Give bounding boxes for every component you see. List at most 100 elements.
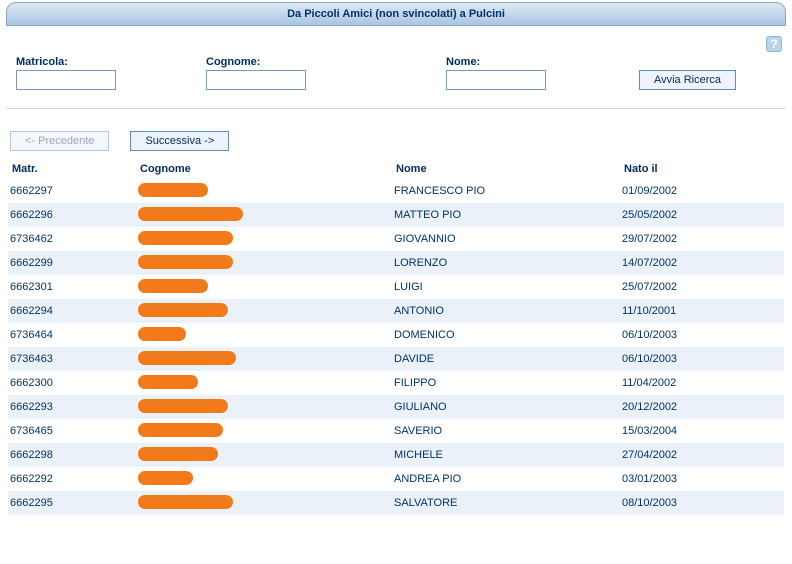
search-form: Matricola: Cognome: Nome: Avvia Ricerca bbox=[6, 52, 786, 109]
cell-nato: 08/10/2003 bbox=[622, 497, 784, 509]
cell-nato: 14/07/2002 bbox=[622, 257, 784, 269]
cell-nato: 11/04/2002 bbox=[622, 377, 784, 389]
table-row: 6662293 GIULIANO20/12/2002 bbox=[8, 395, 784, 419]
cell-cognome bbox=[138, 303, 394, 320]
cell-cognome bbox=[138, 207, 394, 224]
cell-nato: 20/12/2002 bbox=[622, 401, 784, 413]
label-matricola: Matricola: bbox=[16, 56, 116, 68]
cell-cognome bbox=[138, 351, 394, 368]
search-button-wrap: Avvia Ricerca bbox=[639, 70, 736, 90]
prev-page-button: <- Precedente bbox=[10, 131, 109, 151]
label-cognome: Cognome: bbox=[206, 56, 306, 68]
cell-nato: 11/10/2001 bbox=[622, 305, 784, 317]
page-title: Da Piccoli Amici (non svincolati) a Pulc… bbox=[287, 8, 505, 20]
cell-nome: FRANCESCO PIO bbox=[394, 185, 622, 197]
redacted-cognome bbox=[138, 351, 236, 365]
cell-matr: 6736464 bbox=[8, 329, 138, 341]
cell-cognome bbox=[138, 471, 394, 488]
cell-nome: LUIGI bbox=[394, 281, 622, 293]
results-table: Matr. Cognome Nome Nato il 6662297 FRANCE… bbox=[8, 159, 784, 515]
cell-cognome bbox=[138, 375, 394, 392]
redacted-cognome bbox=[138, 495, 233, 509]
cell-nome: MICHELE bbox=[394, 449, 622, 461]
cell-nato: 06/10/2003 bbox=[622, 353, 784, 365]
cell-matr: 6662294 bbox=[8, 305, 138, 317]
cell-nome: GIULIANO bbox=[394, 401, 622, 413]
cell-matr: 6662299 bbox=[8, 257, 138, 269]
table-row: 6662295 SALVATORE08/10/2003 bbox=[8, 491, 784, 515]
redacted-cognome bbox=[138, 255, 233, 269]
page-title-bar: Da Piccoli Amici (non svincolati) a Pulc… bbox=[6, 2, 786, 26]
cell-cognome bbox=[138, 279, 394, 296]
cell-cognome bbox=[138, 399, 394, 416]
help-icon[interactable]: ? bbox=[766, 36, 782, 52]
cell-matr: 6736462 bbox=[8, 233, 138, 245]
table-row: 6662297 FRANCESCO PIO01/09/2002 bbox=[8, 179, 784, 203]
cell-nato: 25/07/2002 bbox=[622, 281, 784, 293]
cell-nome: ANTONIO bbox=[394, 305, 622, 317]
cell-nome: SAVERIO bbox=[394, 425, 622, 437]
input-matricola[interactable] bbox=[16, 70, 116, 90]
redacted-cognome bbox=[138, 375, 198, 389]
th-cognome: Cognome bbox=[140, 163, 396, 175]
redacted-cognome bbox=[138, 447, 218, 461]
pager: <- Precedente Successiva -> bbox=[10, 131, 782, 151]
cell-cognome bbox=[138, 255, 394, 272]
cell-nome: MATTEO PIO bbox=[394, 209, 622, 221]
cell-matr: 6736465 bbox=[8, 425, 138, 437]
redacted-cognome bbox=[138, 231, 233, 245]
cell-cognome bbox=[138, 423, 394, 440]
redacted-cognome bbox=[138, 327, 186, 341]
cell-nome: DOMENICO bbox=[394, 329, 622, 341]
cell-nato: 29/07/2002 bbox=[622, 233, 784, 245]
cell-nato: 15/03/2004 bbox=[622, 425, 784, 437]
cell-nome: SALVATORE bbox=[394, 497, 622, 509]
cell-cognome bbox=[138, 327, 394, 344]
cell-matr: 6662295 bbox=[8, 497, 138, 509]
cell-nome: LORENZO bbox=[394, 257, 622, 269]
cell-cognome bbox=[138, 231, 394, 248]
table-row: 6662292ANDREA PIO03/01/2003 bbox=[8, 467, 784, 491]
table-row: 6662296 MATTEO PIO25/05/2002 bbox=[8, 203, 784, 227]
table-row: 6662298MICHELE27/04/2002 bbox=[8, 443, 784, 467]
cell-matr: 6662297 bbox=[8, 185, 138, 197]
th-nome: Nome bbox=[396, 163, 624, 175]
cell-cognome bbox=[138, 183, 394, 200]
redacted-cognome bbox=[138, 279, 208, 293]
cell-matr: 6662296 bbox=[8, 209, 138, 221]
redacted-cognome bbox=[138, 471, 193, 485]
table-row: 6662301 LUIGI25/07/2002 bbox=[8, 275, 784, 299]
next-page-button[interactable]: Successiva -> bbox=[130, 131, 229, 151]
th-nato: Nato il bbox=[624, 163, 782, 175]
field-nome: Nome: bbox=[446, 56, 546, 90]
table-row: 6662299 LORENZO14/07/2002 bbox=[8, 251, 784, 275]
redacted-cognome bbox=[138, 399, 228, 413]
cell-nato: 03/01/2003 bbox=[622, 473, 784, 485]
cell-matr: 6662293 bbox=[8, 401, 138, 413]
cell-nato: 25/05/2002 bbox=[622, 209, 784, 221]
cell-nato: 01/09/2002 bbox=[622, 185, 784, 197]
cell-nome: DAVIDE bbox=[394, 353, 622, 365]
table-header-row: Matr. Cognome Nome Nato il bbox=[8, 159, 784, 179]
cell-matr: 6662298 bbox=[8, 449, 138, 461]
cell-cognome bbox=[138, 447, 394, 464]
table-row: 6662300 FILIPPO11/04/2002 bbox=[8, 371, 784, 395]
th-matr: Matr. bbox=[10, 163, 140, 175]
cell-matr: 6662292 bbox=[8, 473, 138, 485]
cell-nato: 06/10/2003 bbox=[622, 329, 784, 341]
input-nome[interactable] bbox=[446, 70, 546, 90]
redacted-cognome bbox=[138, 183, 208, 197]
cell-nome: FILIPPO bbox=[394, 377, 622, 389]
table-row: 6662294 ANTONIO11/10/2001 bbox=[8, 299, 784, 323]
label-nome: Nome: bbox=[446, 56, 546, 68]
field-matricola: Matricola: bbox=[16, 56, 116, 90]
cell-matr: 6662301 bbox=[8, 281, 138, 293]
field-cognome: Cognome: bbox=[206, 56, 306, 90]
cell-matr: 6662300 bbox=[8, 377, 138, 389]
input-cognome[interactable] bbox=[206, 70, 306, 90]
help-row: ? bbox=[0, 26, 792, 52]
redacted-cognome bbox=[138, 423, 223, 437]
table-row: 6736465 SAVERIO15/03/2004 bbox=[8, 419, 784, 443]
search-button[interactable]: Avvia Ricerca bbox=[639, 70, 736, 90]
table-row: 6736464 DOMENICO06/10/2003 bbox=[8, 323, 784, 347]
